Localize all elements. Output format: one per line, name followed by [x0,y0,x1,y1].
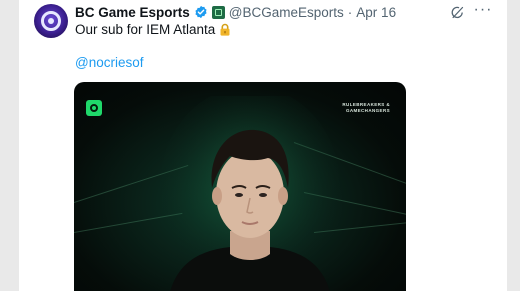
media-tagline: RULEBREAKERS & GAMECHANGERS [342,102,390,114]
tweet-header: BC Game Esports @BCGameEsports · Apr 16 [75,4,396,20]
bc-game-logo-icon [86,100,102,116]
tweet-actions-top: ··· [449,2,492,20]
avatar[interactable] [34,4,68,38]
bc-game-avatar-icon [41,11,61,31]
affiliate-badge-icon [211,5,225,19]
separator-dot: · [347,4,353,20]
author-name[interactable]: BC Game Esports [75,5,190,20]
player-portrait [160,96,340,291]
tweet-media-image[interactable]: RULEBREAKERS & GAMECHANGERS [74,82,406,291]
verified-badge-icon [195,5,207,19]
more-icon[interactable]: ··· [474,2,492,18]
tweet-date[interactable]: Apr 16 [356,5,396,20]
lock-icon [220,23,230,36]
tweet-card[interactable]: BC Game Esports @BCGameEsports · Apr 16 … [19,0,507,291]
author-handle[interactable]: @BCGameEsports [229,5,344,20]
tweet-body: Our sub for IEM Atlanta [75,22,216,37]
grok-icon[interactable] [449,4,465,20]
tagline-line-2: GAMECHANGERS [345,108,390,113]
tweet-text: Our sub for IEM Atlanta [75,22,231,37]
mention-link[interactable]: @nocriesof [75,55,143,70]
